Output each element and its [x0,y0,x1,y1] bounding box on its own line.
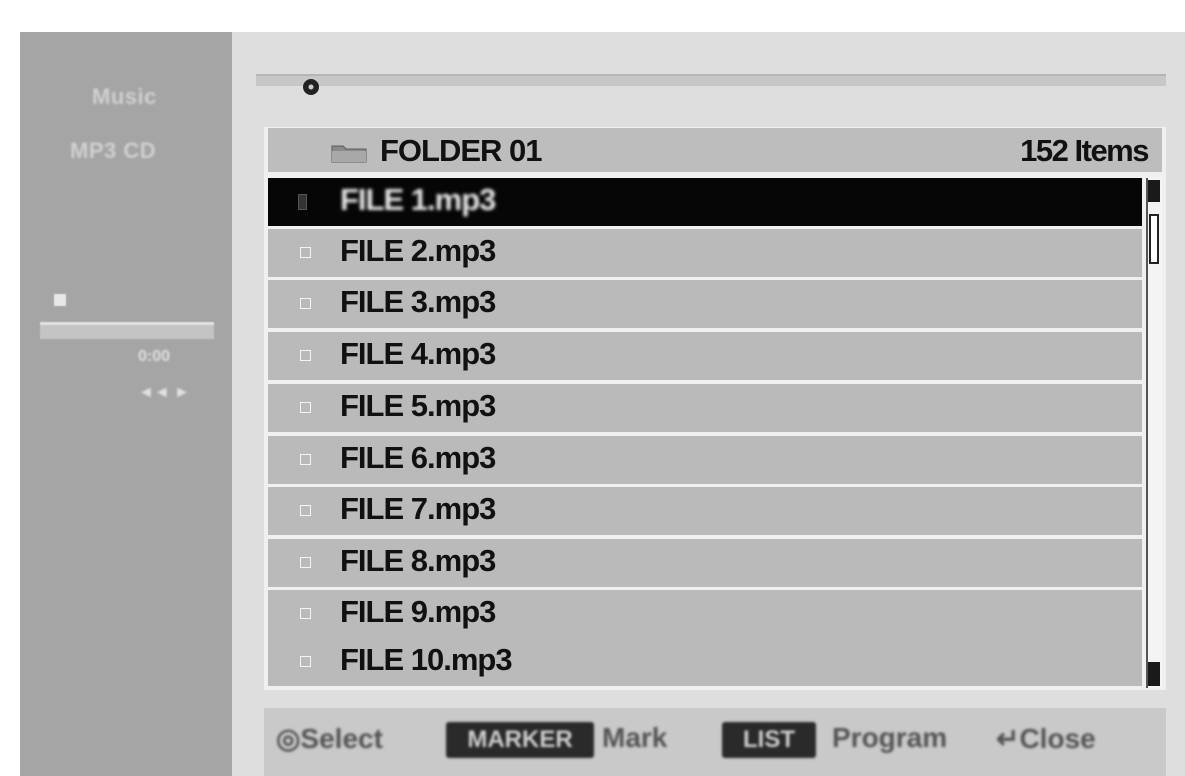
file-row[interactable]: FILE 2.mp3 [268,229,1142,277]
help-program-label: Program [832,722,948,753]
file-row[interactable]: FILE 7.mp3 [268,487,1142,535]
mp3-menu-screen: Music MP3 CD 0:00 ◄◄ ► FOLDER 01 152 Ite… [0,0,1185,776]
checkbox-icon[interactable] [300,505,311,516]
file-name: FILE 6.mp3 [340,440,496,475]
checkbox-icon[interactable] [298,194,307,210]
folder-icon [331,145,367,163]
folder-header: FOLDER 01 152 Items [268,128,1162,172]
marker-key-badge: MARKER [446,722,594,758]
file-row[interactable]: FILE 8.mp3 [268,539,1142,587]
folder-name: FOLDER 01 [380,133,543,168]
item-count: 152 Items [1020,133,1149,168]
file-name: FILE 2.mp3 [340,233,496,268]
checkbox-icon[interactable] [300,608,311,619]
disc-icon [303,79,319,95]
checkbox-icon[interactable] [300,247,311,258]
file-name: FILE 1.mp3 [340,182,496,217]
checkbox-icon[interactable] [300,454,311,465]
file-row[interactable]: FILE 9.mp3 [268,590,1142,638]
file-name: FILE 7.mp3 [340,491,496,526]
file-name: FILE 9.mp3 [340,594,496,629]
scroll-thumb[interactable] [1149,214,1159,264]
help-mark-label: Mark [602,722,668,753]
playback-mode: ◄◄ ► [138,384,190,401]
help-bar: ◎Select MARKER Mark LIST Program ↵Close [264,708,1166,776]
path-bar [256,74,1166,86]
checkbox-icon[interactable] [300,298,311,309]
help-select-label: ◎Select [276,723,383,754]
sidebar-title: Music [92,84,157,109]
file-row[interactable]: FILE 10.mp3 [268,638,1142,686]
checkbox-icon[interactable] [300,557,311,568]
scroll-up-icon[interactable] [1148,180,1160,202]
file-row[interactable]: FILE 6.mp3 [268,436,1142,484]
checkbox-icon[interactable] [300,656,311,667]
sidebar-subtitle: MP3 CD [70,138,157,163]
playback-time: 0:00 [138,348,171,365]
file-name: FILE 8.mp3 [340,543,496,578]
file-row[interactable]: FILE 1.mp3 [268,178,1142,226]
checkbox-icon[interactable] [300,350,311,361]
file-row[interactable]: FILE 3.mp3 [268,280,1142,328]
file-name: FILE 3.mp3 [340,284,496,319]
scroll-down-icon[interactable] [1148,662,1160,686]
playback-progress-bar [40,322,214,339]
file-name: FILE 5.mp3 [340,388,496,423]
list-key-badge: LIST [722,722,816,758]
file-row[interactable]: FILE 5.mp3 [268,384,1142,432]
file-name: FILE 10.mp3 [340,642,513,677]
sidebar-panel: Music MP3 CD 0:00 ◄◄ ► [20,32,232,776]
file-row[interactable]: FILE 4.mp3 [268,332,1142,380]
file-name: FILE 4.mp3 [340,336,496,371]
playback-status-icon [54,294,66,306]
help-close-label: ↵Close [996,723,1096,754]
checkbox-icon[interactable] [300,402,311,413]
